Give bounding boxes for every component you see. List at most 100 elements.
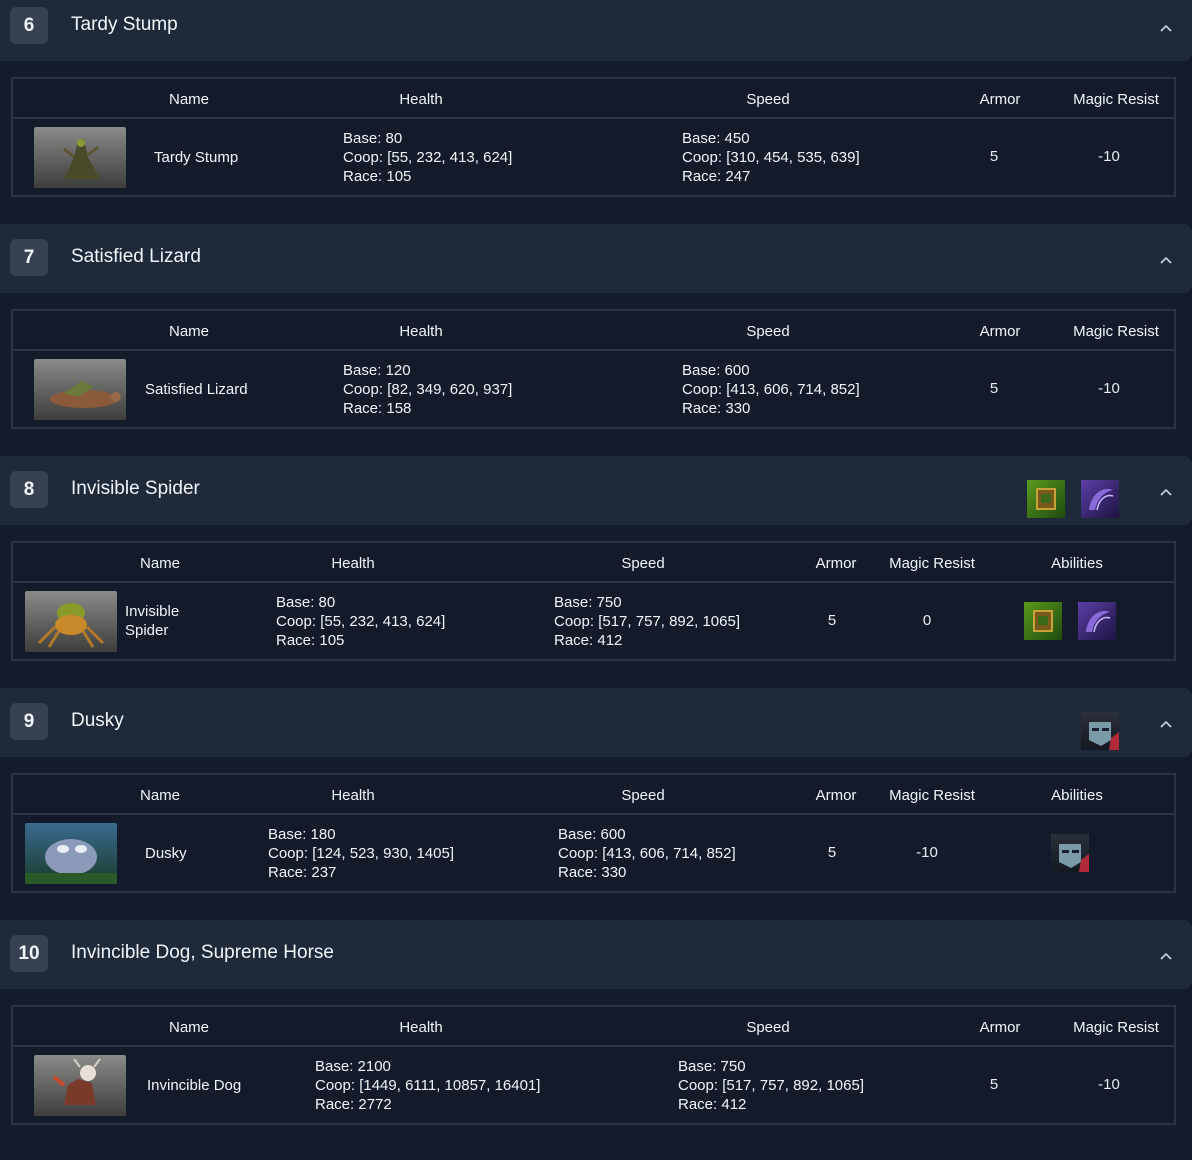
table-row: Dusky Base: 180 Coop: [124, 523, 930, 14… — [13, 815, 1174, 891]
speed-coop: Coop: [413, 606, 714, 852] — [682, 381, 860, 398]
health-base: Base: 120 — [343, 362, 411, 379]
speed-base: Base: 750 — [554, 594, 622, 611]
unit-portrait — [25, 591, 117, 652]
col-magic-resist: Magic Resist — [889, 787, 975, 804]
unit-portrait — [34, 127, 126, 188]
col-abilities: Abilities — [1051, 787, 1103, 804]
unit-table: Name Health Speed Armor Magic Resist Abi… — [11, 773, 1176, 893]
speed-race: Race: 412 — [678, 1096, 747, 1113]
health-race: Race: 105 — [343, 168, 412, 185]
health-coop: Coop: [55, 232, 413, 624] — [276, 613, 446, 630]
col-health: Health — [331, 555, 375, 572]
wave-number-badge: 8 — [10, 471, 48, 508]
table-row: Invisible Spider Base: 80 Coop: [55, 232… — [13, 583, 1174, 659]
wave-section: 10 Invincible Dog, Supreme Horse Name He… — [0, 920, 1192, 1160]
col-health: Health — [399, 1019, 443, 1036]
chevron-up-icon[interactable] — [1160, 256, 1172, 264]
wave-header[interactable]: 6 Tardy Stump — [0, 0, 1192, 61]
unit-name-line1: Invisible — [125, 603, 180, 620]
health-race: Race: 2772 — [315, 1096, 392, 1113]
wave-header[interactable]: 8 Invisible Spider — [0, 456, 1192, 525]
green-ability-icon[interactable] — [1027, 480, 1065, 518]
unit-portrait — [34, 359, 126, 420]
wave-header[interactable]: 10 Invincible Dog, Supreme Horse — [0, 920, 1192, 989]
col-magic-resist: Magic Resist — [1073, 1019, 1159, 1036]
health-race: Race: 105 — [276, 632, 345, 649]
unit-table: Name Health Speed Armor Magic Resist Tar… — [11, 77, 1176, 197]
armor-value: 5 — [989, 380, 999, 397]
col-name: Name — [139, 555, 181, 572]
unit-table: Name Health Speed Armor Magic Resist Sat… — [11, 309, 1176, 429]
face-ability-icon[interactable] — [1051, 834, 1089, 872]
chevron-up-icon[interactable] — [1160, 488, 1172, 496]
unit-portrait — [34, 1055, 126, 1116]
table-header: Name Health Speed Armor Magic Resist — [13, 79, 1174, 119]
magic-resist-value: -10 — [1098, 1076, 1120, 1093]
table-header: Name Health Speed Armor Magic Resist Abi… — [13, 543, 1174, 583]
unit-table: Name Health Speed Armor Magic Resist Inv… — [11, 1005, 1176, 1125]
wave-title: Dusky — [71, 710, 124, 731]
health-base: Base: 80 — [276, 594, 336, 611]
speed-stats: Base: 750 Coop: [517, 757, 892, 1065] Ra… — [678, 1057, 864, 1114]
speed-race: Race: 330 — [682, 400, 751, 417]
health-stats: Base: 80 Coop: [55, 232, 413, 624] Race:… — [343, 129, 512, 186]
health-coop: Coop: [124, 523, 930, 1405] — [268, 845, 454, 862]
wave-section: 6 Tardy Stump Name Health Speed Armor Ma… — [0, 0, 1192, 232]
chevron-up-icon[interactable] — [1160, 24, 1172, 32]
col-name: Name — [168, 1019, 210, 1036]
table-row: Invincible Dog Base: 2100 Coop: [1449, 6… — [13, 1047, 1174, 1123]
table-row: Satisfied Lizard Base: 120 Coop: [82, 34… — [13, 351, 1174, 427]
wave-section: 8 Invisible Spider Name Health Speed Arm… — [0, 456, 1192, 696]
health-coop: Coop: [55, 232, 413, 624] — [343, 149, 513, 166]
health-base: Base: 80 — [343, 130, 403, 147]
col-speed: Speed — [746, 91, 790, 108]
unit-name: Invincible Dog — [147, 1077, 242, 1094]
health-stats: Base: 120 Coop: [82, 349, 620, 937] Race… — [343, 361, 512, 418]
armor-value: 5 — [827, 612, 837, 629]
col-armor: Armor — [979, 323, 1021, 340]
col-armor: Armor — [979, 1019, 1021, 1036]
wave-section: 7 Satisfied Lizard Name Health Speed Arm… — [0, 224, 1192, 464]
col-abilities: Abilities — [1051, 555, 1103, 572]
wave-title: Satisfied Lizard — [71, 246, 201, 267]
face-ability-icon[interactable] — [1081, 712, 1119, 750]
wave-header[interactable]: 7 Satisfied Lizard — [0, 224, 1192, 293]
armor-value: 5 — [989, 1076, 999, 1093]
wave-title: Invisible Spider — [71, 478, 200, 499]
col-speed: Speed — [621, 787, 665, 804]
col-armor: Armor — [815, 555, 857, 572]
col-magic-resist: Magic Resist — [1073, 91, 1159, 108]
col-name: Name — [168, 323, 210, 340]
speed-coop: Coop: [517, 757, 892, 1065] — [554, 613, 740, 630]
chevron-up-icon[interactable] — [1160, 952, 1172, 960]
chevron-up-icon[interactable] — [1160, 720, 1172, 728]
magic-resist-value: 0 — [922, 612, 932, 629]
speed-race: Race: 412 — [554, 632, 623, 649]
wave-number-badge: 6 — [10, 7, 48, 44]
speed-stats: Base: 450 Coop: [310, 454, 535, 639] Rac… — [682, 129, 860, 186]
col-health: Health — [399, 323, 443, 340]
col-magic-resist: Magic Resist — [889, 555, 975, 572]
speed-race: Race: 247 — [682, 168, 751, 185]
wave-number-badge: 9 — [10, 703, 48, 740]
unit-name: Dusky — [145, 845, 187, 862]
green-ability-icon[interactable] — [1024, 602, 1062, 640]
wave-title: Tardy Stump — [71, 14, 178, 35]
col-speed: Speed — [621, 555, 665, 572]
armor-value: 5 — [989, 148, 999, 165]
unit-table: Name Health Speed Armor Magic Resist Abi… — [11, 541, 1176, 661]
health-base: Base: 180 — [268, 826, 336, 843]
wave-header[interactable]: 9 Dusky — [0, 688, 1192, 757]
unit-portrait — [25, 823, 117, 884]
col-health: Health — [331, 787, 375, 804]
speed-base: Base: 600 — [558, 826, 626, 843]
speed-coop: Coop: [517, 757, 892, 1065] — [678, 1077, 864, 1094]
purple-ability-icon[interactable] — [1078, 602, 1116, 640]
speed-stats: Base: 600 Coop: [413, 606, 714, 852] Rac… — [558, 825, 736, 882]
purple-ability-icon[interactable] — [1081, 480, 1119, 518]
col-armor: Armor — [979, 91, 1021, 108]
wave-title: Invincible Dog, Supreme Horse — [71, 942, 334, 963]
col-name: Name — [168, 91, 210, 108]
table-header: Name Health Speed Armor Magic Resist Abi… — [13, 775, 1174, 815]
speed-race: Race: 330 — [558, 864, 627, 881]
